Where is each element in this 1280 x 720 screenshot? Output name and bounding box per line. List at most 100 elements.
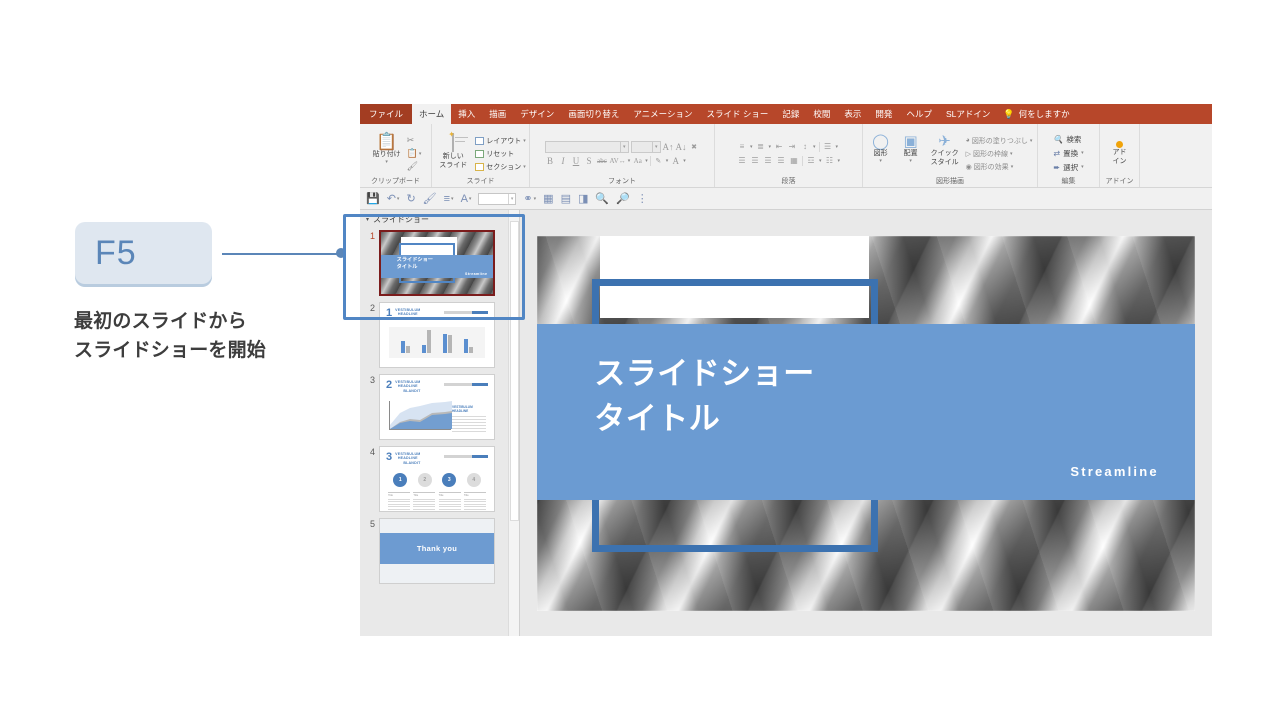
align-center-icon[interactable]: ☰ — [750, 156, 760, 165]
scroll-up-icon[interactable]: ▲ — [509, 210, 519, 221]
new-slide-button[interactable]: ✦ 新しい スライド — [435, 130, 471, 170]
ribbon-tab-insert[interactable]: 挿入 — [451, 104, 482, 124]
group-objects-icon[interactable]: ▦ — [543, 192, 553, 205]
thumbnail-row-4[interactable]: 4 3 VESTIBULUM HEADLINE BLANDIT 1 2 3 4 … — [360, 443, 519, 515]
strikethrough-button[interactable]: abc — [597, 157, 608, 165]
reset-button[interactable]: リセット — [475, 149, 526, 159]
slide-thumbnail-3[interactable]: 2 VESTIBULUM HEADLINE BLANDIT VESTIBULUM… — [379, 374, 495, 440]
ribbon-tab-sl-addin[interactable]: SLアドイン — [939, 104, 997, 124]
redo-icon[interactable]: ↻ — [406, 192, 415, 205]
bullets-icon[interactable]: ≡ — [737, 142, 747, 151]
line-spacing-icon[interactable]: ↕ — [800, 142, 810, 151]
increase-indent-icon[interactable]: ⇥ — [787, 142, 797, 151]
character-spacing-button[interactable]: AV↔ — [610, 157, 626, 165]
align-text-icon[interactable]: ☲ — [806, 156, 816, 165]
text-highlight-color-icon[interactable]: ✎ — [653, 157, 664, 165]
slide-thumbnail-1[interactable]: スライドショー タイトル Streamline — [379, 230, 495, 296]
bold-button[interactable]: B — [545, 156, 556, 166]
thumbnail-row-5[interactable]: 5 Thank you — [360, 515, 519, 587]
bullets-icon[interactable]: ≡ ▾ — [444, 193, 454, 205]
columns-icon[interactable]: ▦ — [789, 156, 799, 165]
ribbon-tab-design[interactable]: デザイン — [513, 104, 561, 124]
addin-button[interactable]: アド イン — [1113, 137, 1127, 166]
shape-fill-button[interactable]: ◕ 図形の塗りつぶし ▾ — [966, 136, 1033, 146]
zoom-out-icon[interactable]: 🔎 — [616, 192, 630, 205]
shape-outline-label: 図形の枠線 — [972, 150, 1008, 158]
tell-me-search[interactable]: 💡 何をしますか — [997, 104, 1075, 124]
zoom-in-icon[interactable]: 🔍 — [595, 192, 609, 205]
save-icon[interactable]: 💾 — [366, 192, 380, 205]
overflow-icon[interactable]: ⋮ — [637, 192, 648, 205]
ribbon-tab-animations[interactable]: アニメーション — [626, 104, 699, 124]
ribbon-tab-record[interactable]: 記録 — [775, 104, 806, 124]
select-button[interactable]: ➨ 選択 ▾ — [1053, 162, 1083, 173]
undo-icon[interactable]: ↶ ▾ — [387, 192, 400, 205]
change-case-button[interactable]: Aa — [632, 157, 643, 165]
collapse-triangle-icon[interactable]: ▾ — [366, 216, 369, 223]
shapes-button[interactable]: ◯ 図形 ▾ — [868, 134, 894, 164]
increase-font-size-icon[interactable]: A↑ — [663, 142, 674, 152]
underline-button[interactable]: U — [571, 156, 582, 166]
smartart-icon[interactable]: ☷ — [825, 156, 835, 165]
cut-icon[interactable]: ✂ — [407, 135, 422, 146]
numbering-icon[interactable]: ≣ — [756, 142, 766, 151]
font-color-icon[interactable]: A ▾ — [461, 193, 472, 205]
justify-icon[interactable]: ☰ — [776, 156, 786, 165]
ribbon-tab-transitions[interactable]: 画面切り替え — [561, 104, 626, 124]
crop-icon[interactable]: ◨ — [578, 192, 588, 205]
slide-thumbnail-4[interactable]: 3 VESTIBULUM HEADLINE BLANDIT 1 2 3 4 Ti… — [379, 446, 495, 512]
replace-button[interactable]: ⇄ 置換 ▾ — [1053, 148, 1083, 159]
shape-effects-button[interactable]: ◉ 図形の効果 ▾ — [966, 162, 1033, 172]
shape-outline-button[interactable]: ▷ 図形の枠線 ▾ — [966, 149, 1033, 159]
thumb4-col3-title: Title — [438, 492, 461, 497]
ribbon-tab-review[interactable]: 校閲 — [806, 104, 837, 124]
find-button[interactable]: 🔍 検索 — [1053, 134, 1083, 145]
text-direction-icon[interactable]: ☰ — [823, 142, 833, 151]
slide-editing-area[interactable]: スライドショー タイトル Streamline — [520, 210, 1212, 636]
clear-formatting-icon[interactable]: ✖ — [689, 143, 700, 151]
section-button[interactable]: セクション ▾ — [475, 162, 526, 172]
italic-button[interactable]: I — [558, 156, 569, 166]
align-left-icon[interactable]: ☰ — [737, 156, 747, 165]
scrollbar-thumb[interactable] — [510, 221, 519, 521]
section-header[interactable]: ▾ スライドショー — [360, 210, 519, 227]
ribbon-tab-home[interactable]: ホーム — [412, 104, 452, 124]
arrange-button[interactable]: ▣ 配置 ▾ — [898, 134, 924, 164]
scrollbar-track[interactable] — [509, 221, 519, 625]
font-size-input[interactable]: ▾ — [630, 140, 661, 153]
thumbnail-scrollbar[interactable]: ▲ ▼ — [508, 210, 519, 636]
decrease-indent-icon[interactable]: ⇤ — [774, 142, 784, 151]
ribbon-tab-file[interactable]: ファイル — [360, 104, 413, 124]
slide-thumbnail-5[interactable]: Thank you — [379, 518, 495, 584]
align-right-icon[interactable]: ☰ — [763, 156, 773, 165]
paste-button[interactable]: 📋 貼り付け ▾ — [370, 133, 404, 165]
shapes-label: 図形 — [873, 149, 888, 157]
format-painter-icon[interactable]: 🖌 — [407, 161, 422, 172]
style-combo[interactable]: ▾ — [478, 192, 517, 205]
copy-icon[interactable]: 📋 ▾ — [407, 148, 422, 159]
align-vertical-icon[interactable]: ▤ — [561, 192, 571, 205]
shape-fill-icon[interactable]: ⚭ ▾ — [523, 192, 536, 205]
section-title: スライドショー — [373, 215, 430, 224]
thumbnail-row-2[interactable]: 2 1 VESTIBULUM HEADLINE BLANDIT — [360, 299, 519, 371]
decrease-font-size-icon[interactable]: A↓ — [676, 142, 687, 152]
ribbon-tab-help[interactable]: ヘルプ — [899, 104, 939, 124]
ribbon-group-editing: 🔍 検索 ⇄ 置換 ▾ ➨ 選択 ▾ 編集 — [1038, 124, 1100, 187]
layout-button[interactable]: レイアウト ▾ — [475, 136, 526, 146]
ribbon-tab-developer[interactable]: 開発 — [868, 104, 899, 124]
callout-leader-line — [222, 253, 342, 255]
quick-styles-button[interactable]: ✈ クイック スタイル — [928, 134, 962, 167]
format-painter-icon[interactable]: 🖌 — [423, 192, 437, 205]
slide-thumbnail-2[interactable]: 1 VESTIBULUM HEADLINE BLANDIT — [379, 302, 495, 368]
slide-canvas[interactable]: スライドショー タイトル Streamline — [537, 235, 1195, 611]
ribbon-tab-view[interactable]: 表示 — [837, 104, 868, 124]
font-color-icon[interactable]: A — [670, 156, 681, 166]
thumbnail-row-1[interactable]: 1 スライドショー タイトル Streamline — [360, 227, 519, 299]
slide-title[interactable]: スライドショー タイトル — [594, 352, 962, 442]
font-name-input[interactable]: ▾ — [544, 140, 629, 153]
ribbon-tab-slideshow[interactable]: スライド ショー — [700, 104, 776, 124]
slide-thumbnail-pane[interactable]: ▾ スライドショー 1 スライドショー タイトル Streamline 2 1 … — [360, 210, 520, 636]
shadow-button[interactable]: S — [584, 156, 595, 166]
ribbon-tab-draw[interactable]: 描画 — [482, 104, 513, 124]
thumbnail-row-3[interactable]: 3 2 VESTIBULUM HEADLINE BLANDIT VESTIBUL… — [360, 371, 519, 443]
